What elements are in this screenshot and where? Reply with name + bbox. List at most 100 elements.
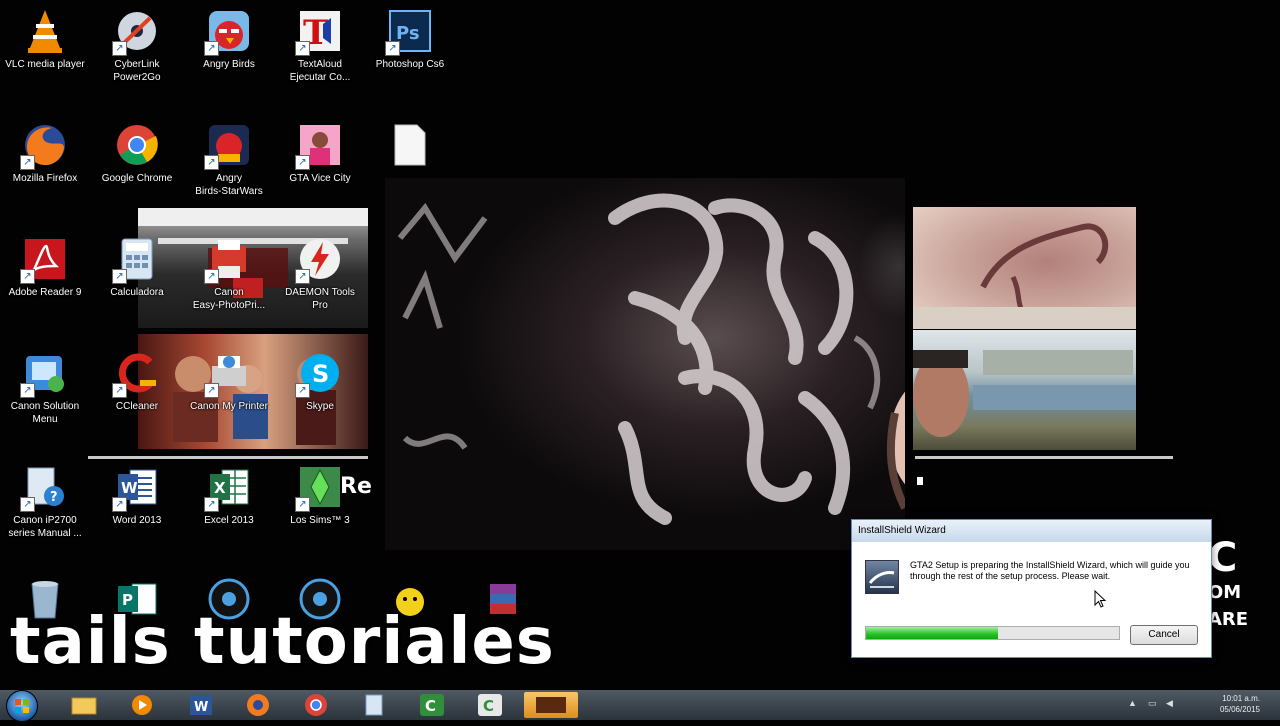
mouse-cursor-icon [1094, 590, 1107, 608]
taskbar-word[interactable]: W [180, 692, 220, 718]
shortcut-arrow-icon: ↗ [112, 497, 127, 512]
desktop-icon-angry-birds[interactable]: ↗ Angry Birds [186, 8, 272, 71]
shortcut-arrow-icon: ↗ [204, 155, 219, 170]
canon-solution-icon: ↗ [20, 350, 68, 398]
brand-logo-line: OM [1208, 582, 1242, 603]
start-button[interactable] [6, 690, 38, 722]
channel-watermark: tails tutoriales [10, 605, 555, 679]
desktop-icon-canon-solution[interactable]: ↗ Canon Solution Menu [2, 350, 88, 426]
brand-logo-partial: C OM ARE [1208, 538, 1248, 658]
desktop-icon-ccleaner[interactable]: ↗ CCleaner [94, 350, 180, 413]
firefox-icon [247, 694, 269, 716]
tray-volume-icon[interactable]: ◀ [1166, 698, 1178, 710]
sims-icon: ↗ [295, 464, 343, 512]
tray-arrow-icon[interactable]: ▲ [1128, 698, 1140, 710]
power2go-icon: ↗ [112, 8, 160, 56]
desktop-icon-gta-vice-city[interactable]: ↗ GTA Vice City [277, 122, 363, 185]
windows-logo-icon [15, 699, 29, 713]
taskbar-calculator[interactable] [354, 692, 394, 718]
icon-label: Photoshop Cs6 [375, 59, 445, 70]
desktop: Re VLC media player ↗ CyberLink Power2Go… [0, 0, 1280, 690]
wallpaper-river-photo [913, 330, 1136, 450]
tray-network-icon[interactable]: ▭ [1148, 698, 1160, 710]
shortcut-arrow-icon: ↗ [204, 383, 219, 398]
shortcut-arrow-icon: ↗ [20, 155, 35, 170]
desktop-icon-photoshop[interactable]: Ps ↗ Photoshop Cs6 [367, 8, 453, 71]
taskbar-explorer[interactable] [64, 692, 104, 718]
svg-text:?: ? [50, 490, 58, 505]
chrome-icon [305, 694, 327, 716]
desktop-icon-firefox[interactable]: ↗ Mozilla Firefox [2, 122, 88, 185]
shortcut-arrow-icon: ↗ [20, 383, 35, 398]
icon-label: CyberLink Power2Go [113, 59, 161, 83]
desktop-icon-angry-birds-starwars[interactable]: ↗ Angry Birds-StarWars [186, 122, 272, 198]
desktop-icon-sims[interactable]: ↗ Los Sims™ 3 [277, 464, 363, 527]
icon-label: Canon Solution Menu [10, 401, 80, 425]
media-player-icon [132, 695, 152, 715]
explorer-icon [71, 697, 97, 715]
canon-photoprint-icon: ↗ [204, 236, 252, 284]
tray-clock[interactable]: 10:01 a.m. 05/06/2015 [1220, 693, 1260, 715]
desktop-icon-blank-file[interactable] [367, 122, 453, 172]
desktop-icon-canon-printer[interactable]: ↗ Canon My Printer [186, 350, 272, 413]
cancel-button[interactable]: Cancel [1130, 625, 1198, 645]
taskbar-camtasia-2[interactable]: C [470, 692, 510, 718]
wallpaper-divider [915, 456, 1173, 459]
tray-date: 05/06/2015 [1219, 705, 1260, 714]
shortcut-arrow-icon: ↗ [20, 269, 35, 284]
desktop-icon-excel[interactable]: X ↗ Excel 2013 [186, 464, 272, 527]
dialog-title[interactable]: InstallShield Wizard [852, 520, 1211, 542]
icon-label: VLC media player [5, 59, 85, 70]
shortcut-arrow-icon: ↗ [295, 383, 310, 398]
calculator-icon [365, 694, 383, 716]
firefox-icon: ↗ [20, 122, 68, 170]
progress-fill [866, 627, 998, 639]
excel-icon: X ↗ [204, 464, 252, 512]
desktop-icon-textaloud[interactable]: T ↗ TextAloud Ejecutar Co... [277, 8, 363, 84]
icon-label: Angry Birds [203, 59, 255, 70]
desktop-icon-chrome[interactable]: Google Chrome [94, 122, 180, 185]
dialog-body: GTA2 Setup is preparing the InstallShiel… [852, 542, 1211, 657]
desktop-icon-calculator[interactable]: ↗ Calculadora [94, 236, 180, 299]
taskbar-firefox[interactable] [238, 692, 278, 718]
taskbar-chrome[interactable] [296, 692, 336, 718]
taskbar: W C C ▲ ▭ ◀ 10:01 a.m. 05/06/2015 [0, 690, 1280, 722]
wallpaper-divider [88, 456, 368, 459]
ccleaner-icon: ↗ [112, 350, 160, 398]
blank-file-icon [387, 122, 433, 168]
desktop-icon-daemon-tools[interactable]: ↗ DAEMON Tools Pro [277, 236, 363, 312]
shortcut-arrow-icon: ↗ [204, 497, 219, 512]
skype-icon: S ↗ [295, 350, 343, 398]
icon-label: Skype [306, 401, 334, 412]
adobe-reader-icon: ↗ [20, 236, 68, 284]
taskbar-gta2-setup[interactable] [524, 692, 578, 718]
icon-label: Angry Birds-StarWars [195, 173, 263, 197]
camtasia-icon-2: C [478, 694, 502, 716]
desktop-icon-power2go[interactable]: ↗ CyberLink Power2Go [94, 8, 180, 84]
shortcut-arrow-icon: ↗ [204, 269, 219, 284]
progress-bar [865, 626, 1120, 640]
taskbar-camtasia[interactable]: C [412, 692, 452, 718]
desktop-icon-canon-photoprint[interactable]: ↗ Canon Easy-PhotoPri... [186, 236, 272, 312]
svg-text:S: S [312, 360, 329, 388]
svg-text:X: X [214, 479, 226, 497]
wallpaper-dot [917, 477, 923, 485]
taskbar-media-player[interactable] [122, 692, 162, 718]
shortcut-arrow-icon: ↗ [112, 41, 127, 56]
installer-icon [865, 560, 899, 594]
shortcut-arrow-icon: ↗ [112, 383, 127, 398]
shortcut-arrow-icon: ↗ [295, 41, 310, 56]
icon-label: Canon My Printer [190, 401, 268, 412]
desktop-icon-vlc[interactable]: VLC media player [2, 8, 88, 71]
desktop-icon-adobe-reader[interactable]: ↗ Adobe Reader 9 [2, 236, 88, 299]
installshield-dialog[interactable]: InstallShield Wizard GTA2 Setup is prepa… [851, 519, 1212, 658]
svg-text:W: W [121, 479, 138, 497]
desktop-icon-word[interactable]: W ↗ Word 2013 [94, 464, 180, 527]
desktop-icon-canon-manual[interactable]: ? ↗ Canon iP2700 series Manual ... [2, 464, 88, 540]
icon-label: DAEMON Tools Pro [285, 287, 355, 311]
angry-birds-starwars-icon: ↗ [204, 122, 252, 170]
calculator-icon: ↗ [112, 236, 160, 284]
wallpaper-graffiti-portrait [385, 178, 905, 550]
icon-label: TextAloud Ejecutar Co... [289, 59, 351, 83]
desktop-icon-skype[interactable]: S ↗ Skype [277, 350, 363, 413]
